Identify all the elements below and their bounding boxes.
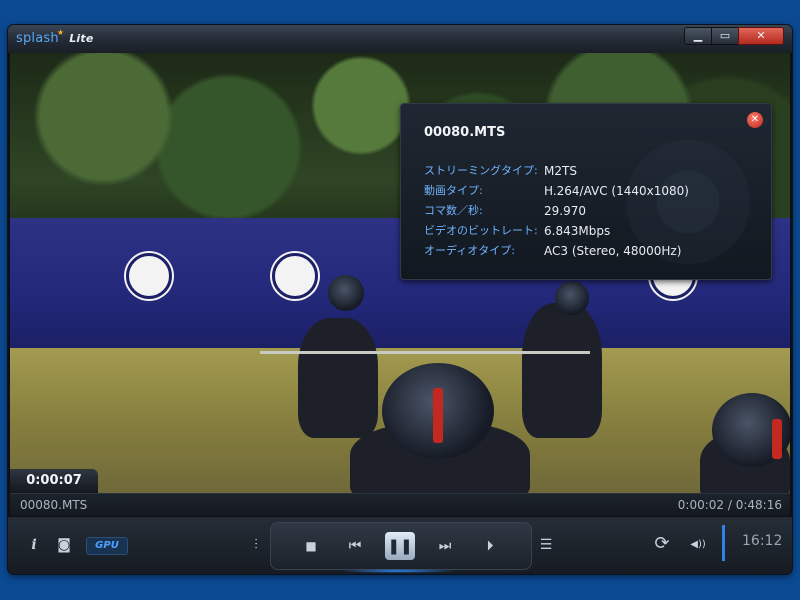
next-button[interactable]: ⏭ [431,534,459,558]
media-info-panel: 00080.MTS ✕ ストリーミングタイプ: M2TS 動画タイプ: H.26… [400,103,772,280]
clock-display: 16:12 [742,533,783,549]
info-label: ストリーミングタイプ: [424,164,538,177]
video-helmet [328,275,364,311]
info-value: 29.970 [544,204,586,218]
info-filename: 00080.MTS [424,125,506,140]
control-bar: i ◙ GPU ⫶ ■ ⏮ ❚❚ ⏭ ⏵ ☰ ⟳ ◀)) 16:12 [8,517,792,574]
info-value: M2TS [544,164,577,178]
logo-text: splash [16,31,59,46]
video-area[interactable]: 00080.MTS ✕ ストリーミングタイプ: M2TS 動画タイプ: H.26… [10,53,790,493]
info-label: オーディオタイプ: [424,244,515,257]
video-fighter-right [522,303,602,438]
video-tassel [433,388,443,443]
video-helmet [555,281,589,315]
window-controls: ▁ ▭ ✕ [684,27,784,45]
volume-icon[interactable]: ◀)) [684,533,712,557]
timecode-badge: 0:00:07 [10,469,98,493]
playlist-icon[interactable]: ☰ [532,533,560,557]
video-tassel [772,419,782,459]
app-logo: splash★ Lite [16,28,94,46]
snapshot-icon[interactable]: ◙ [50,533,78,557]
repeat-icon[interactable]: ⟳ [648,532,676,556]
video-crest [126,253,172,299]
close-button[interactable]: ✕ [738,27,784,45]
center-glow [338,569,458,573]
info-icon[interactable]: i [20,533,48,557]
gpu-toggle[interactable]: GPU [86,537,128,555]
equalizer-icon[interactable]: ⫶ [242,533,270,557]
maximize-button[interactable]: ▭ [711,27,739,45]
pause-button[interactable]: ❚❚ [385,532,415,560]
info-value: 6.843Mbps [544,224,611,238]
logo-star-icon: ★ [56,28,65,37]
info-label: ビデオのビットレート: [424,224,538,237]
play-button[interactable]: ⏵ [476,534,504,558]
volume-slider[interactable] [722,525,725,561]
video-crest [272,253,318,299]
logo-edition: Lite [69,32,94,45]
info-label: コマ数／秒: [424,204,483,217]
info-label: 動画タイプ: [424,184,483,197]
status-bar: 00080.MTS 0:00:02 / 0:48:16 [10,493,790,516]
minimize-button[interactable]: ▁ [684,27,712,45]
video-fighter-left [298,318,378,438]
title-bar[interactable]: splash★ Lite ▁ ▭ ✕ [8,25,792,54]
info-value: AC3 (Stereo, 48000Hz) [544,244,682,258]
video-spear [260,351,590,354]
info-value: H.264/AVC (1440x1080) [544,184,689,198]
status-time: 0:00:02 / 0:48:16 [677,498,782,512]
stop-button[interactable]: ■ [297,534,325,558]
player-window: splash★ Lite ▁ ▭ ✕ 00080.MTS ✕ ストリーミングタイ… [8,25,792,574]
transport-panel: ■ ⏮ ❚❚ ⏭ ⏵ [270,522,532,570]
info-close-button[interactable]: ✕ [747,112,763,128]
previous-button[interactable]: ⏮ [341,534,369,558]
status-filename: 00080.MTS [20,498,88,512]
